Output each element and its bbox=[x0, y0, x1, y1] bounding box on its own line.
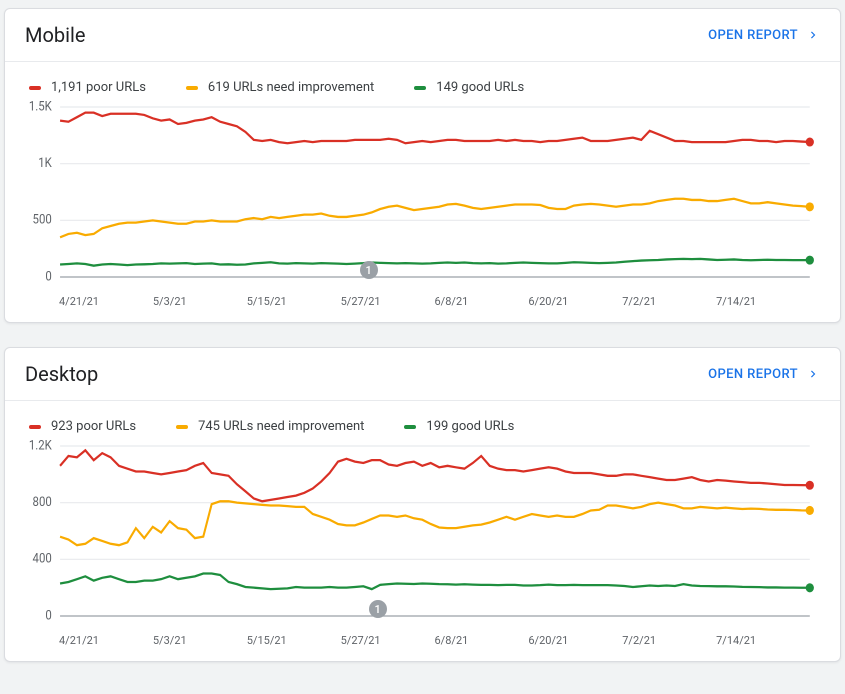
legend: 923 poor URLs 745 URLs need improvement 19… bbox=[5, 401, 840, 434]
legend-item-g: 149 good URLs bbox=[414, 80, 524, 95]
x-tick: 5/15/21 bbox=[247, 634, 341, 647]
series-poor bbox=[60, 113, 810, 144]
card-title: Desktop bbox=[25, 362, 98, 386]
series-needs bbox=[60, 501, 810, 545]
x-tick: 6/8/21 bbox=[435, 295, 529, 308]
x-axis-labels: 4/21/215/3/215/15/215/27/216/8/216/20/21… bbox=[59, 277, 810, 308]
legend-label: 199 good URLs bbox=[426, 419, 514, 434]
svg-text:800: 800 bbox=[33, 495, 52, 510]
event-marker[interactable]: 1 bbox=[369, 600, 387, 618]
legend-item-o: 745 URLs need improvement bbox=[176, 419, 364, 434]
endpoint-good bbox=[806, 256, 814, 265]
swatch-g bbox=[414, 86, 426, 90]
svg-text:500: 500 bbox=[33, 212, 52, 227]
series-good bbox=[60, 574, 810, 590]
desktop-card: Desktop OPEN REPORT 923 poor URLs 745 URLs … bbox=[4, 347, 841, 662]
svg-text:1.2K: 1.2K bbox=[29, 438, 52, 453]
series-needs bbox=[60, 199, 810, 238]
x-tick: 5/3/21 bbox=[153, 295, 247, 308]
mobile-card: Mobile OPEN REPORT 1,191 poor URLs 619 URLs… bbox=[4, 8, 841, 323]
open-report-button[interactable]: OPEN REPORT bbox=[708, 28, 820, 43]
x-tick: 7/14/21 bbox=[716, 634, 810, 647]
chevron-right-icon bbox=[806, 367, 820, 381]
x-tick: 4/21/21 bbox=[59, 634, 153, 647]
open-report-label: OPEN REPORT bbox=[708, 367, 798, 382]
chart-area: 04008001.2K14/21/215/3/215/15/215/27/216… bbox=[5, 434, 840, 661]
x-tick: 6/8/21 bbox=[435, 634, 529, 647]
series-good bbox=[60, 259, 810, 266]
open-report-button[interactable]: OPEN REPORT bbox=[708, 367, 820, 382]
x-tick: 7/2/21 bbox=[622, 295, 716, 308]
x-tick: 7/14/21 bbox=[716, 295, 810, 308]
svg-text:0: 0 bbox=[45, 269, 52, 284]
x-tick: 6/20/21 bbox=[528, 295, 622, 308]
event-marker[interactable]: 1 bbox=[360, 261, 378, 279]
legend-label: 619 URLs need improvement bbox=[208, 80, 374, 95]
endpoint-good bbox=[806, 583, 814, 592]
endpoint-poor bbox=[806, 481, 814, 490]
endpoint-needs bbox=[806, 506, 814, 515]
line-chart: 04008001.2K bbox=[29, 446, 816, 616]
legend-label: 745 URLs need improvement bbox=[198, 419, 364, 434]
svg-text:400: 400 bbox=[33, 551, 52, 566]
open-report-label: OPEN REPORT bbox=[708, 28, 798, 43]
x-tick: 7/2/21 bbox=[622, 634, 716, 647]
swatch-r bbox=[29, 425, 41, 429]
x-tick: 5/27/21 bbox=[341, 634, 435, 647]
x-tick: 6/20/21 bbox=[528, 634, 622, 647]
line-chart: 05001K1.5K bbox=[29, 107, 816, 277]
card-header: Desktop OPEN REPORT bbox=[5, 348, 840, 401]
chevron-right-icon bbox=[806, 28, 820, 42]
x-tick: 5/3/21 bbox=[153, 634, 247, 647]
endpoint-poor bbox=[806, 137, 814, 146]
legend-item-g: 199 good URLs bbox=[404, 419, 514, 434]
x-tick: 5/27/21 bbox=[341, 295, 435, 308]
svg-text:1K: 1K bbox=[38, 156, 52, 171]
swatch-r bbox=[29, 86, 41, 90]
legend: 1,191 poor URLs 619 URLs need improvement… bbox=[5, 62, 840, 95]
legend-item-r: 1,191 poor URLs bbox=[29, 80, 146, 95]
swatch-o bbox=[176, 425, 188, 429]
svg-text:1.5K: 1.5K bbox=[29, 99, 52, 114]
x-tick: 4/21/21 bbox=[59, 295, 153, 308]
card-header: Mobile OPEN REPORT bbox=[5, 9, 840, 62]
legend-label: 1,191 poor URLs bbox=[51, 80, 146, 95]
x-axis-labels: 4/21/215/3/215/15/215/27/216/8/216/20/21… bbox=[59, 616, 810, 647]
legend-item-o: 619 URLs need improvement bbox=[186, 80, 374, 95]
legend-label: 923 poor URLs bbox=[51, 419, 136, 434]
x-tick: 5/15/21 bbox=[247, 295, 341, 308]
series-poor bbox=[60, 450, 810, 501]
legend-label: 149 good URLs bbox=[436, 80, 524, 95]
swatch-g bbox=[404, 425, 416, 429]
swatch-o bbox=[186, 86, 198, 90]
chart-area: 05001K1.5K14/21/215/3/215/15/215/27/216/… bbox=[5, 95, 840, 322]
svg-text:0: 0 bbox=[45, 608, 52, 623]
endpoint-needs bbox=[806, 202, 814, 211]
legend-item-r: 923 poor URLs bbox=[29, 419, 136, 434]
card-title: Mobile bbox=[25, 23, 85, 47]
